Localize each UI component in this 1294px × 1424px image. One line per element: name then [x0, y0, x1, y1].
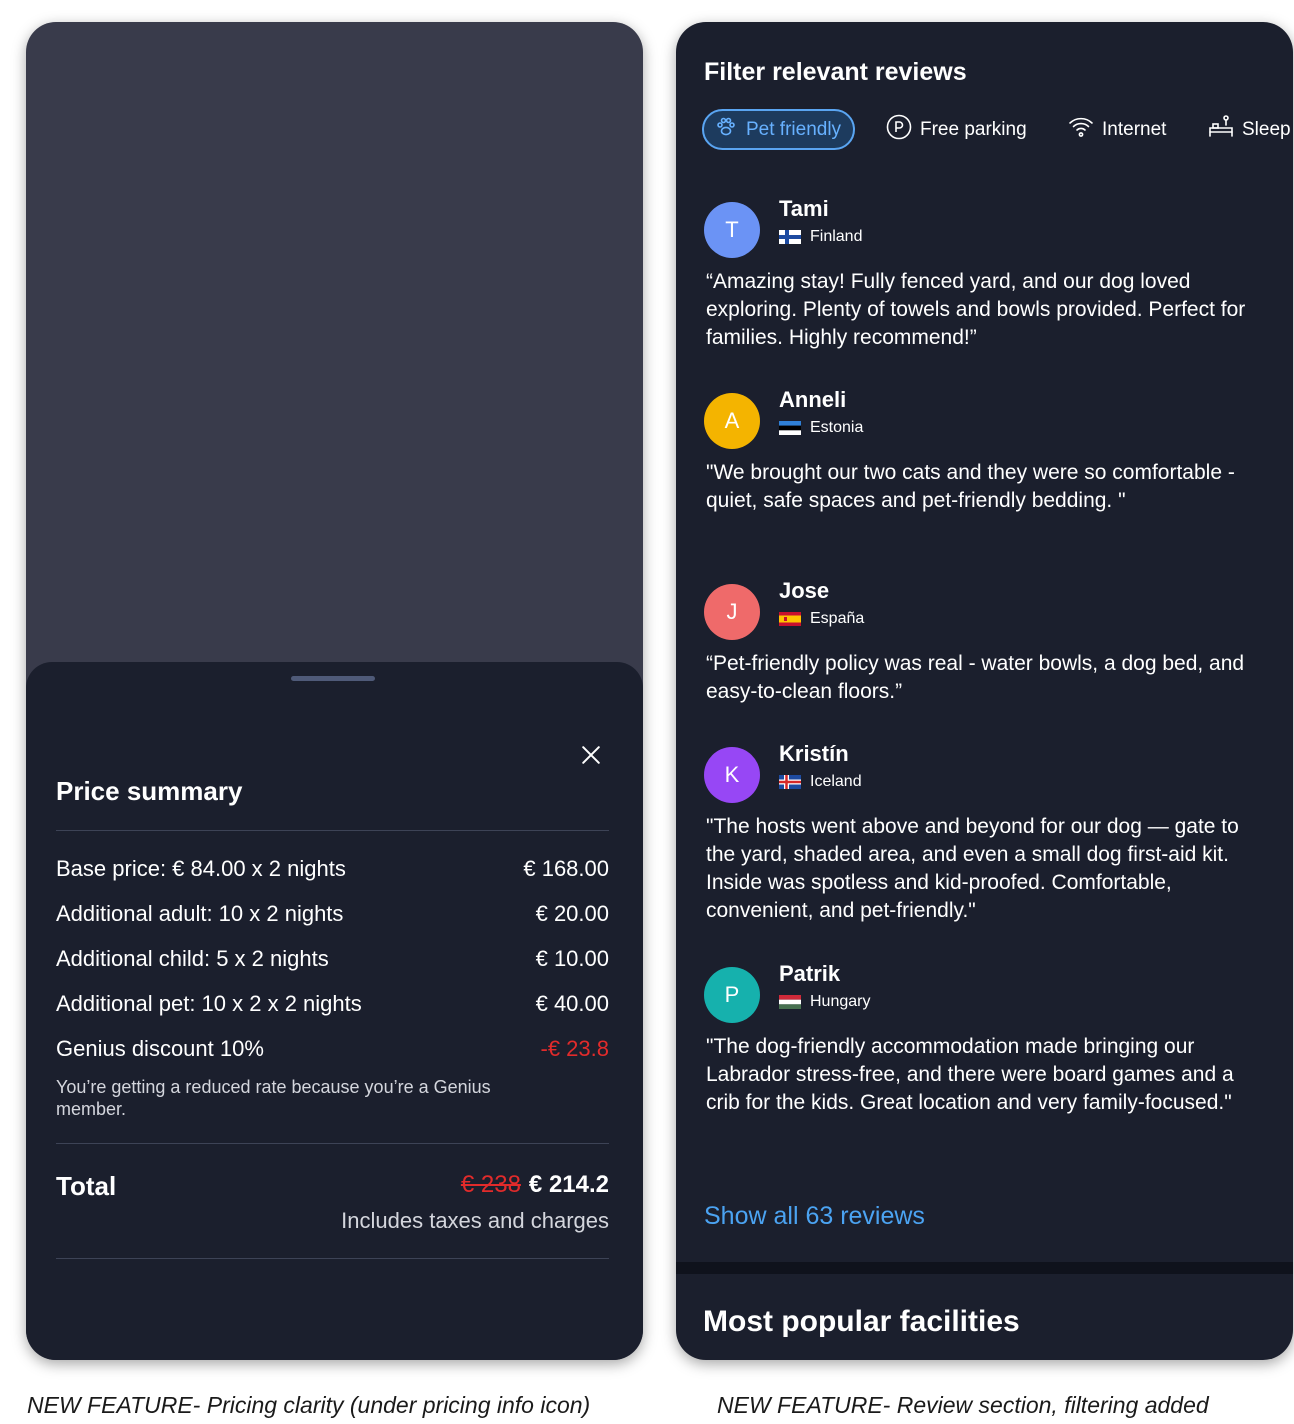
reviewer-country: Iceland: [779, 773, 862, 791]
avatar: K: [704, 747, 760, 803]
country-label: Finland: [810, 228, 863, 245]
price-value: € 40.00: [535, 991, 609, 1016]
chip-pet-friendly[interactable]: Pet friendly: [702, 109, 856, 150]
paw-icon: [714, 115, 738, 145]
review-text: “Pet-friendly policy was real - water bo…: [706, 652, 1245, 703]
wifi-icon: [1068, 115, 1094, 145]
country-label: Estonia: [810, 419, 864, 436]
price-label: Additional adult: 10 x 2 nights: [56, 901, 344, 926]
review-text: “Amazing stay! Fully fenced yard, and ou…: [706, 270, 1246, 349]
review-text: "We brought our two cats and they were s…: [706, 461, 1235, 512]
price-value: € 168.00: [523, 856, 609, 881]
filter-chips: Pet friendly Free parking Internet Sleep: [702, 109, 1293, 151]
avatar: A: [704, 393, 760, 449]
reviewer-country: Hungary: [779, 993, 870, 1011]
avatar: J: [704, 584, 760, 640]
drag-handle[interactable]: [291, 676, 375, 681]
price-label: Base price: € 84.00 x 2 nights: [56, 856, 346, 881]
finland-flag-icon: [779, 230, 801, 244]
right-caption: NEW FEATURE- Review section, filtering a…: [717, 1392, 1209, 1418]
iceland-flag-icon: [779, 775, 801, 789]
close-icon[interactable]: [574, 738, 608, 772]
review-text: "The dog-friendly accommodation made bri…: [706, 1035, 1234, 1114]
reviewer-country: Estonia: [779, 419, 863, 437]
reviewer-name: Patrik: [779, 961, 841, 986]
chip-label: Free parking: [920, 118, 1027, 140]
price-label: Additional child: 5 x 2 nights: [56, 946, 329, 971]
reviewer-name: Tami: [779, 196, 829, 221]
sheet-title: Price summary: [56, 776, 243, 806]
price-value: € 10.00: [535, 946, 609, 971]
total-new-price: € 214.2: [528, 1171, 609, 1198]
chip-label: Internet: [1102, 118, 1167, 140]
country-label: Iceland: [810, 773, 862, 790]
reviews-screen: Filter relevant reviews Pet friendly Fre…: [676, 22, 1293, 1360]
price-value: € 20.00: [535, 901, 609, 926]
spain-flag-icon: [779, 612, 801, 626]
discount-label: Genius discount 10%: [56, 1036, 264, 1061]
discount-row: Genius discount 10% -€ 23.8: [56, 1034, 609, 1064]
chip-label: Sleep: [1242, 118, 1291, 140]
divider: [56, 1258, 609, 1259]
total-note: Includes taxes and charges: [341, 1208, 609, 1233]
price-row: Base price: € 84.00 x 2 nights € 168.00: [56, 854, 609, 884]
reviewer-country: España: [779, 610, 864, 628]
reviewer-name: Jose: [779, 578, 830, 603]
total-label: Total: [56, 1171, 117, 1201]
parking-icon: [886, 114, 912, 146]
avatar: T: [704, 202, 760, 258]
total-values: € 238 € 214.2: [461, 1171, 609, 1199]
estonia-flag-icon: [779, 421, 801, 435]
show-all-reviews-link[interactable]: Show all 63 reviews: [704, 1202, 925, 1231]
price-row: Additional pet: 10 x 2 x 2 nights € 40.0…: [56, 989, 609, 1019]
price-label: Additional pet: 10 x 2 x 2 nights: [56, 991, 362, 1016]
price-row: Additional child: 5 x 2 nights € 10.00: [56, 944, 609, 974]
chip-free-parking[interactable]: Free parking: [886, 109, 1027, 150]
discount-value: -€ 23.8: [540, 1036, 610, 1061]
country-label: España: [810, 610, 865, 627]
section-divider: [676, 1262, 1293, 1274]
hungary-flag-icon: [779, 995, 801, 1009]
avatar: P: [704, 967, 760, 1023]
chip-internet[interactable]: Internet: [1068, 109, 1166, 150]
price-row: Additional adult: 10 x 2 nights € 20.00: [56, 899, 609, 929]
left-caption: NEW FEATURE- Pricing clarity (under pric…: [27, 1392, 591, 1418]
reviewer-country: Finland: [779, 228, 862, 246]
reviewer-name: Anneli: [779, 387, 847, 412]
divider: [56, 1143, 609, 1144]
price-summary-screen: Price summary Base price: € 84.00 x 2 ni…: [26, 22, 643, 1360]
chip-label: Pet friendly: [746, 118, 842, 140]
price-summary-sheet: Price summary Base price: € 84.00 x 2 ni…: [26, 662, 643, 1360]
chip-sleep[interactable]: Sleep: [1208, 109, 1291, 150]
bed-icon: [1208, 114, 1234, 146]
genius-note: You’re getting a reduced rate because yo…: [56, 1077, 491, 1119]
reviewer-name: Kristín: [779, 741, 849, 766]
review-text: "The hosts went above and beyond for our…: [706, 815, 1239, 922]
facilities-title: Most popular facilities: [703, 1305, 1020, 1338]
country-label: Hungary: [810, 993, 871, 1010]
divider: [56, 830, 609, 831]
filter-title: Filter relevant reviews: [704, 58, 967, 86]
total-old-price: € 238: [460, 1171, 521, 1198]
